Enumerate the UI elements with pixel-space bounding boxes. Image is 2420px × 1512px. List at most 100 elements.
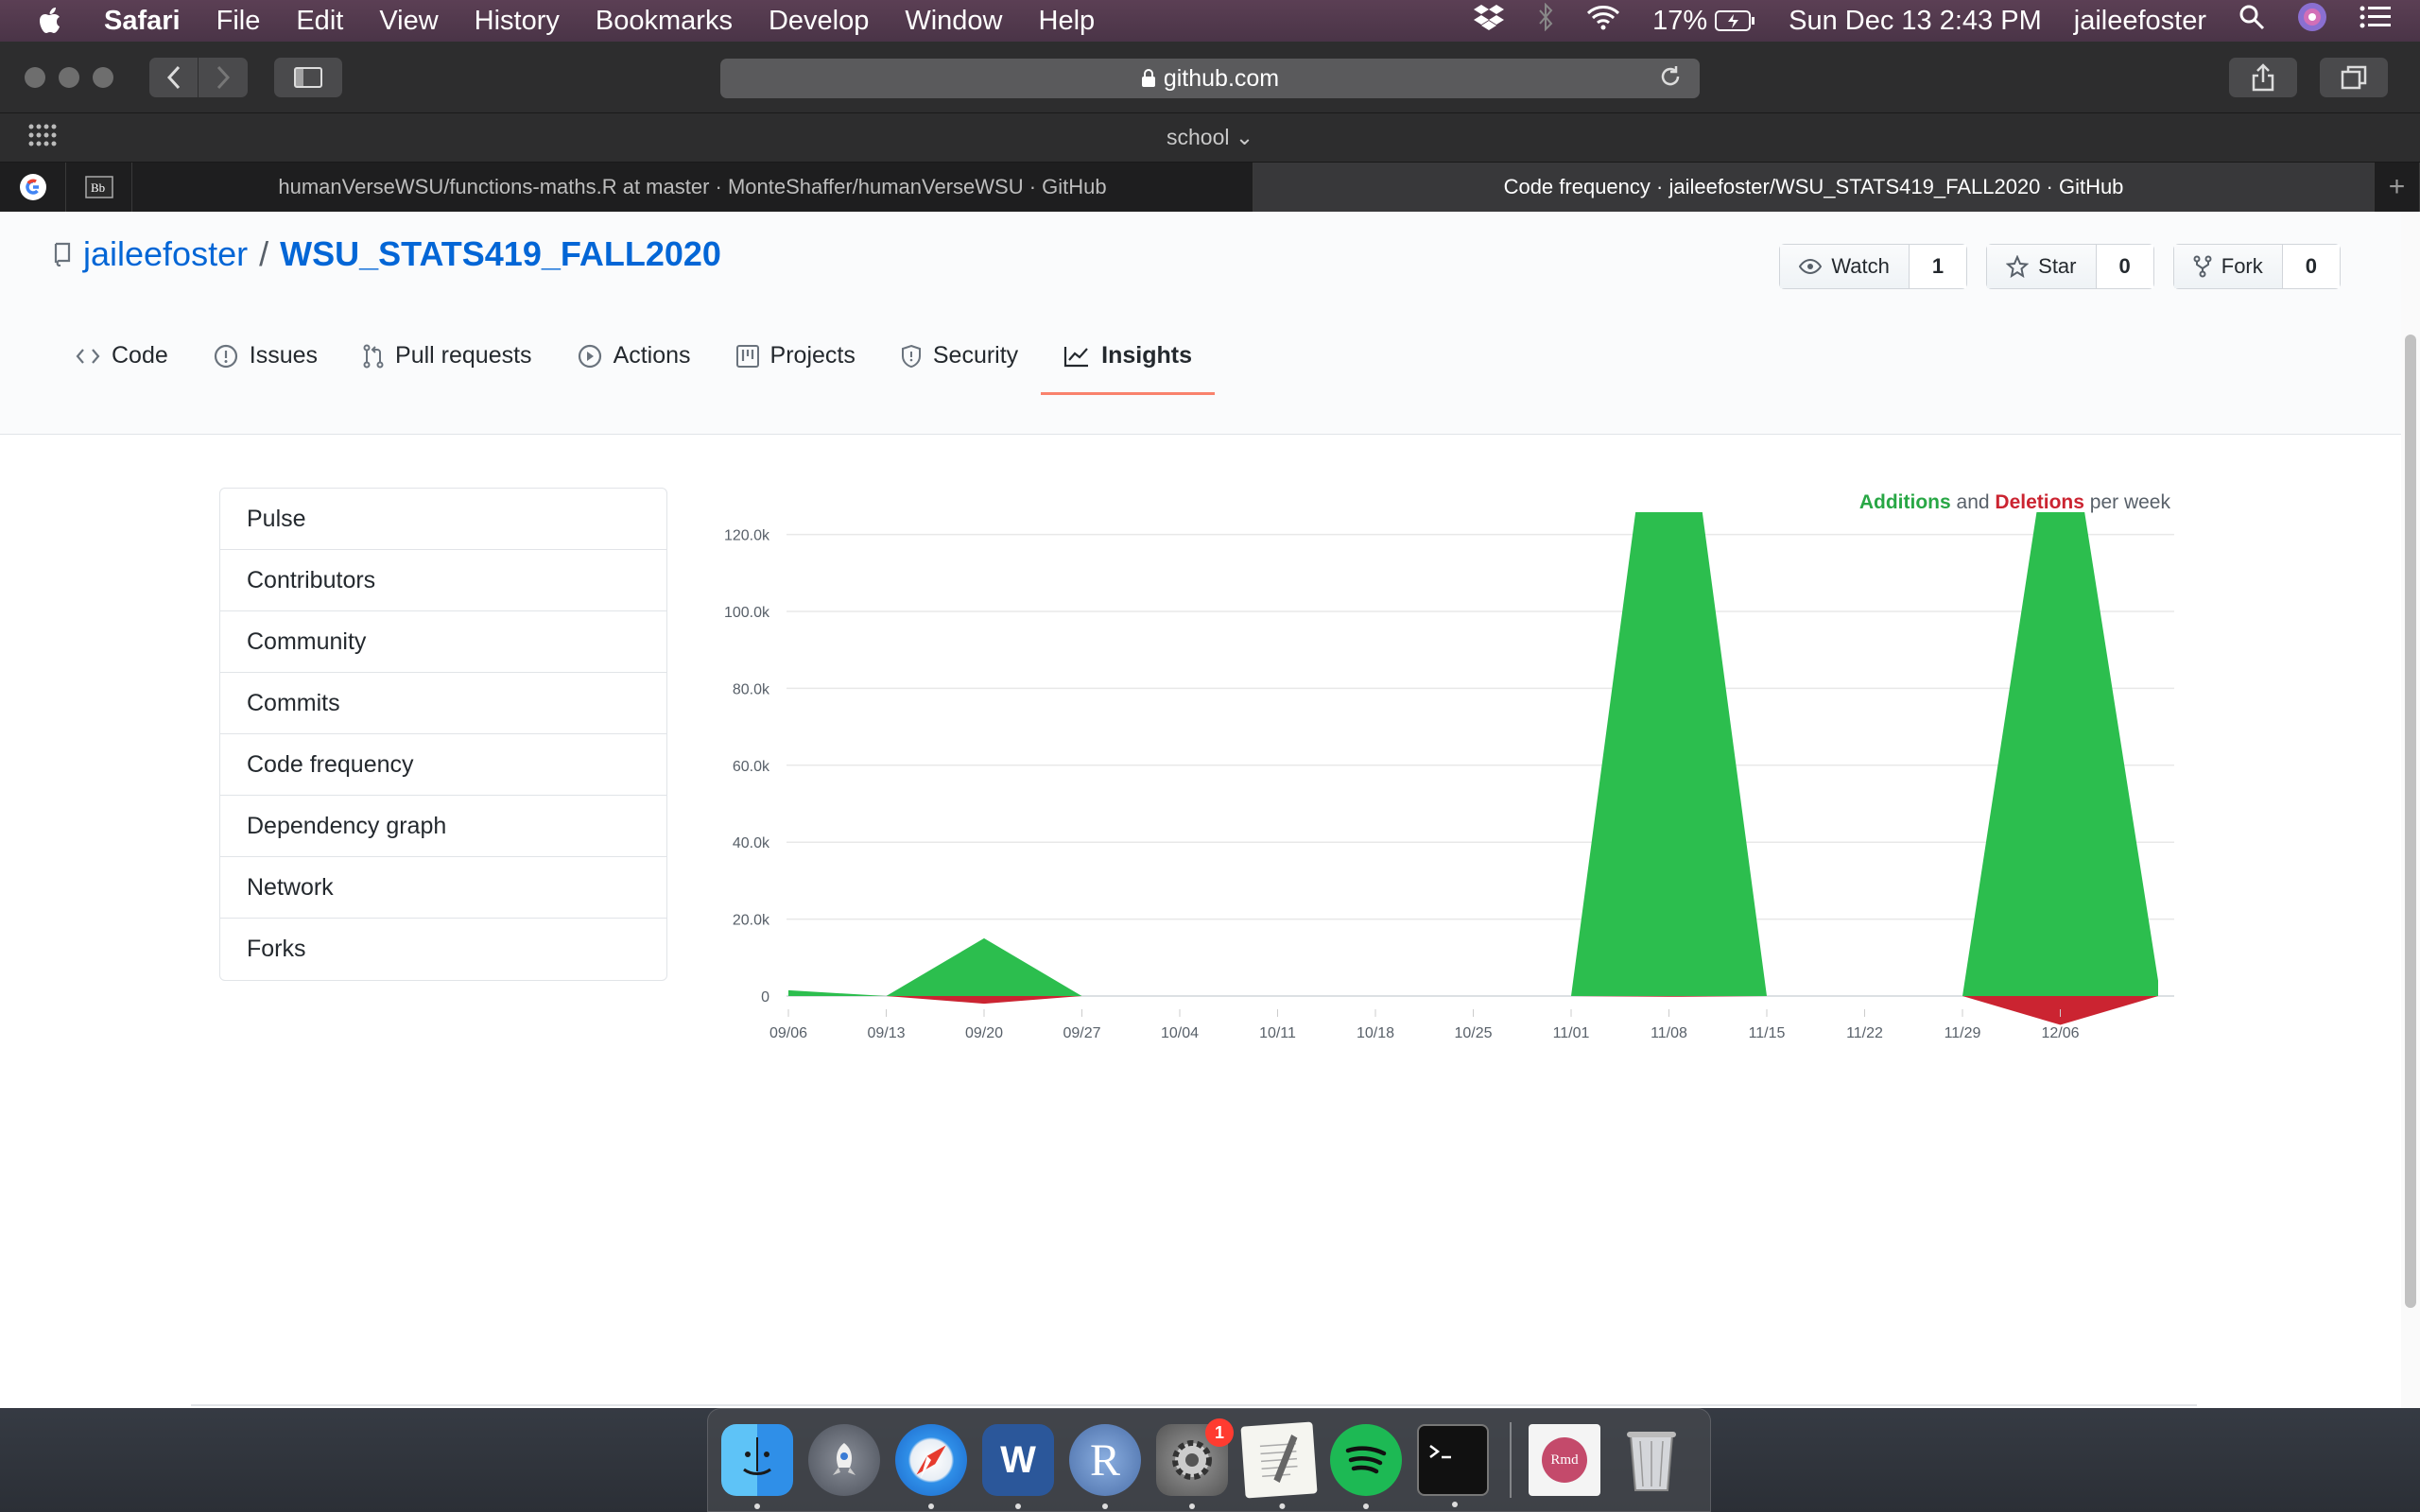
forward-button[interactable] (199, 57, 248, 97)
tab-humanverse[interactable]: humanVerseWSU/functions-maths.R at maste… (132, 163, 1253, 212)
menu-code-frequency[interactable]: Code frequency (220, 734, 666, 796)
siri-icon[interactable] (2297, 2, 2327, 40)
watch-group: Watch 1 (1779, 244, 1968, 289)
new-tab-button[interactable]: + (2375, 163, 2420, 212)
menu-view[interactable]: View (379, 6, 438, 37)
repo-owner-link[interactable]: jaileefoster (83, 234, 248, 274)
star-count[interactable]: 0 (2096, 245, 2153, 288)
watch-button[interactable]: Watch (1780, 245, 1910, 288)
rmd-file-icon[interactable]: Rmd (1529, 1424, 1600, 1496)
chevron-right-icon (216, 65, 231, 89)
terminal-icon[interactable] (1417, 1424, 1489, 1507)
star-group: Star 0 (1986, 244, 2154, 289)
pinned-tab-google[interactable] (0, 163, 66, 212)
tab-projects-label: Projects (769, 342, 856, 369)
menu-app-name[interactable]: Safari (104, 6, 181, 37)
menu-edit[interactable]: Edit (296, 6, 343, 37)
menu-window[interactable]: Window (905, 6, 1002, 37)
wifi-icon[interactable] (1586, 4, 1620, 38)
star-button[interactable]: Star (1987, 245, 2097, 288)
bluetooth-icon[interactable] (1537, 2, 1554, 39)
footer-divider (191, 1404, 2197, 1406)
browser-toolbar: github.com (0, 42, 2420, 113)
favorites-grid-icon[interactable] (28, 124, 57, 151)
y-tick-label: 60.0k (733, 759, 770, 775)
favorites-folder-school[interactable]: school ⌄ (1167, 125, 1253, 150)
running-indicator (1279, 1503, 1286, 1510)
tab-pull-requests[interactable]: Pull requests (340, 319, 555, 395)
menu-user[interactable]: jaileefoster (2074, 6, 2206, 37)
tab-actions[interactable]: Actions (555, 319, 714, 395)
spotlight-search-icon[interactable] (2238, 4, 2265, 38)
spotify-icon[interactable] (1330, 1424, 1402, 1509)
fork-icon (2193, 255, 2212, 278)
menu-commits[interactable]: Commits (220, 673, 666, 734)
back-button[interactable] (149, 57, 199, 97)
tab-code[interactable]: Code (53, 319, 191, 395)
notification-badge: 1 (1205, 1418, 1234, 1447)
tabs-icon (2341, 65, 2367, 90)
y-tick-label: 100.0k (724, 605, 770, 621)
trash-icon[interactable] (1616, 1424, 1687, 1496)
repo-nav: Code Issues Pull requests Actions Projec… (53, 319, 1216, 395)
textedit-icon[interactable] (1240, 1421, 1318, 1510)
menu-pulse[interactable]: Pulse (220, 489, 666, 550)
repo-name-link[interactable]: WSU_STATS419_FALL2020 (280, 234, 721, 274)
fork-button[interactable]: Fork (2173, 245, 2283, 288)
menu-clock[interactable]: Sun Dec 13 2:43 PM (1789, 6, 2042, 37)
menu-network[interactable]: Network (220, 857, 666, 919)
notification-center-icon[interactable] (2360, 5, 2392, 37)
word-icon[interactable]: W (982, 1424, 1054, 1509)
apple-icon[interactable] (38, 6, 76, 36)
scrollbar-thumb[interactable] (2405, 335, 2416, 1308)
menu-history[interactable]: History (475, 6, 560, 37)
tab-security[interactable]: Security (878, 319, 1041, 395)
x-tick-label: 11/29 (1945, 1025, 1981, 1041)
r-icon[interactable]: R (1069, 1424, 1141, 1509)
tab-code-frequency[interactable]: Code frequency · jaileefoster/WSU_STATS4… (1253, 163, 2375, 212)
menu-develop[interactable]: Develop (769, 6, 869, 37)
system-preferences-icon[interactable]: 1 (1156, 1418, 1234, 1509)
launchpad-icon[interactable] (808, 1424, 880, 1496)
project-icon (735, 344, 759, 368)
address-bar[interactable]: github.com (720, 59, 1700, 98)
menu-contributors[interactable]: Contributors (220, 550, 666, 611)
fork-count[interactable]: 0 (2282, 245, 2340, 288)
tab-projects[interactable]: Projects (714, 319, 878, 395)
running-indicator (928, 1503, 934, 1509)
menu-bookmarks[interactable]: Bookmarks (596, 6, 733, 37)
tab-issues[interactable]: Issues (191, 319, 340, 395)
finder-icon[interactable] (721, 1424, 793, 1509)
menu-file[interactable]: File (216, 6, 261, 37)
chart-legend: Additions and Deletions per week (1859, 491, 2170, 514)
zoom-window-button[interactable] (93, 66, 113, 88)
battery-percent: 17% (1652, 5, 1708, 36)
x-tick-label: 11/15 (1749, 1025, 1786, 1041)
menu-forks[interactable]: Forks (220, 919, 666, 980)
minimize-window-button[interactable] (59, 66, 79, 88)
svg-text:Bb: Bb (91, 180, 105, 195)
y-tick-label: 120.0k (724, 528, 770, 544)
pinned-tab-blackboard[interactable]: Bb (66, 163, 132, 212)
running-indicator (1363, 1503, 1369, 1509)
sidebar-toggle-button[interactable] (274, 57, 342, 97)
menu-dependency-graph[interactable]: Dependency graph (220, 796, 666, 857)
menu-help[interactable]: Help (1039, 6, 1096, 37)
watch-count[interactable]: 1 (1909, 245, 1967, 288)
safari-icon[interactable] (895, 1424, 967, 1509)
menu-community[interactable]: Community (220, 611, 666, 673)
close-window-button[interactable] (25, 66, 45, 88)
share-button[interactable] (2229, 58, 2297, 97)
insights-menu: Pulse Contributors Community Commits Cod… (219, 488, 667, 981)
dropbox-icon[interactable] (1473, 4, 1505, 38)
tab-overview-button[interactable] (2320, 58, 2388, 97)
battery-status[interactable]: 17% (1652, 6, 1756, 37)
y-tick-label: 0 (761, 989, 769, 1005)
repo-icon (54, 242, 71, 266)
code-icon (76, 347, 100, 366)
running-indicator (1189, 1503, 1195, 1509)
tab-code-label: Code (112, 342, 168, 369)
tab-insights[interactable]: Insights (1041, 319, 1216, 395)
reload-icon[interactable] (1658, 64, 1683, 95)
legend-per-week: per week (2089, 491, 2170, 513)
